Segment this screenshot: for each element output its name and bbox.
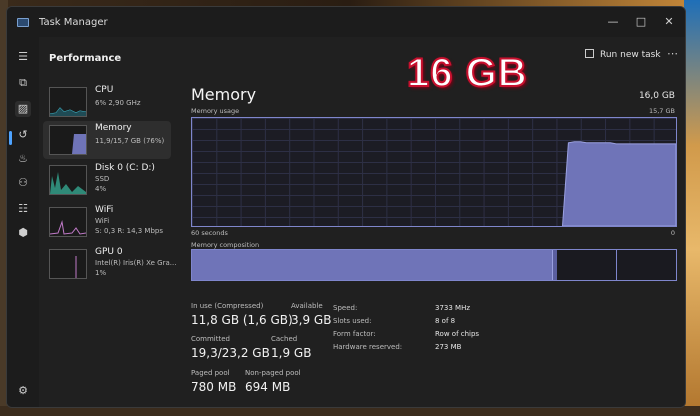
non-paged-pool-label: Non-paged pool xyxy=(245,369,301,377)
resource-detail: 11,9/15,7 GB (76%) xyxy=(95,137,165,145)
settings-gear-icon[interactable]: ⚙ xyxy=(15,383,31,399)
page-title: Performance xyxy=(49,53,122,64)
services-icon[interactable]: ⬢ xyxy=(15,225,31,241)
composition-modified xyxy=(552,250,557,280)
cpu-thumbnail-graph xyxy=(49,87,87,117)
performance-page: Performance Run new task ⋯ CPU 6% 2,90 G… xyxy=(39,37,685,407)
available-value: 3,9 GB xyxy=(291,313,332,327)
desktop-wallpaper-right xyxy=(684,0,700,416)
run-new-task-button[interactable]: Run new task xyxy=(585,49,661,60)
performance-icon[interactable]: ▨ xyxy=(15,101,31,117)
resource-name: Memory xyxy=(95,123,132,133)
maximize-button[interactable]: □ xyxy=(627,11,655,33)
resource-name: CPU xyxy=(95,85,114,95)
speed-value: 3733 MHz xyxy=(435,304,471,312)
details-icon[interactable]: ☷ xyxy=(15,201,31,217)
users-icon[interactable]: ⚇ xyxy=(15,175,31,191)
wifi-thumbnail-graph xyxy=(49,207,87,237)
memory-usage-fill xyxy=(561,141,676,226)
run-task-icon xyxy=(585,49,594,58)
paged-pool-label: Paged pool xyxy=(191,369,230,377)
in-use-label: In use (Compressed) xyxy=(191,302,264,310)
speed-label: Speed: xyxy=(333,304,358,312)
resource-detail: 1% xyxy=(95,269,107,277)
resource-name: WiFi xyxy=(95,205,114,215)
memory-usage-area xyxy=(561,141,676,226)
resource-name: Disk 0 (C: D:) xyxy=(95,163,155,173)
memory-composition-bar xyxy=(191,249,677,281)
title-bar[interactable]: Task Manager — □ ✕ xyxy=(7,7,685,37)
memory-usage-graph xyxy=(191,117,677,227)
graph-time-right: 0 xyxy=(670,229,675,237)
available-label: Available xyxy=(291,302,323,310)
cached-label: Cached xyxy=(271,335,298,343)
minimize-button[interactable]: — xyxy=(599,11,627,33)
active-nav-marker xyxy=(9,131,12,145)
non-paged-pool-value: 694 MB xyxy=(245,380,291,394)
resource-item-wifi[interactable]: WiFi WiFi S: 0,3 R: 14,3 Mbps xyxy=(43,203,171,241)
slots-used-value: 8 of 8 xyxy=(435,317,456,325)
memory-thumbnail-graph xyxy=(49,125,87,155)
hardware-reserved-label: Hardware reserved: xyxy=(333,343,403,351)
cached-value: 1,9 GB xyxy=(271,346,312,360)
close-button[interactable]: ✕ xyxy=(655,11,683,33)
hamburger-menu-icon[interactable]: ☰ xyxy=(15,49,31,65)
gpu-thumbnail-graph xyxy=(49,249,87,279)
memory-detail-panel: Memory 16,0 GB Memory usage 15,7 GB 60 s… xyxy=(191,79,677,407)
app-history-icon[interactable]: ↺ xyxy=(15,127,31,143)
in-use-value: 11,8 GB (1,6 GB) xyxy=(191,313,293,327)
overlay-annotation: 16 GB xyxy=(406,50,528,96)
task-manager-window: Task Manager — □ ✕ ☰ ⧉ ▨ ↺ ♨ ⚇ ☷ ⬢ ⚙ Per… xyxy=(6,6,686,408)
processes-icon[interactable]: ⧉ xyxy=(15,75,31,91)
run-new-task-label: Run new task xyxy=(600,50,661,60)
resource-detail: 4% xyxy=(95,185,107,193)
resource-detail: WiFi xyxy=(95,217,110,225)
window-title: Task Manager xyxy=(39,17,108,28)
hardware-reserved-value: 273 MB xyxy=(435,343,462,351)
resource-name: GPU 0 xyxy=(95,247,123,257)
resource-detail: SSD xyxy=(95,175,110,183)
memory-title: Memory xyxy=(191,85,257,104)
resource-detail: 6% 2,90 GHz xyxy=(95,99,141,107)
memory-total: 16,0 GB xyxy=(638,91,675,101)
resource-item-disk[interactable]: Disk 0 (C: D:) SSD 4% xyxy=(43,161,171,199)
graph-time-left: 60 seconds xyxy=(191,229,228,237)
task-manager-app-icon xyxy=(17,18,29,27)
committed-value: 19,3/23,2 GB xyxy=(191,346,270,360)
navigation-rail: ☰ ⧉ ▨ ↺ ♨ ⚇ ☷ ⬢ ⚙ xyxy=(7,37,39,407)
disk-thumbnail-graph xyxy=(49,165,87,195)
composition-in-use xyxy=(192,250,553,280)
more-options-icon[interactable]: ⋯ xyxy=(667,47,678,60)
paged-pool-value: 780 MB xyxy=(191,380,237,394)
form-factor-label: Form factor: xyxy=(333,330,376,338)
resource-item-cpu[interactable]: CPU 6% 2,90 GHz xyxy=(43,83,171,121)
committed-label: Committed xyxy=(191,335,230,343)
memory-composition-label: Memory composition xyxy=(191,241,260,249)
slots-used-label: Slots used: xyxy=(333,317,372,325)
startup-apps-icon[interactable]: ♨ xyxy=(15,151,31,167)
resource-detail: S: 0,3 R: 14,3 Mbps xyxy=(95,227,164,235)
resource-item-memory[interactable]: Memory 11,9/15,7 GB (76%) xyxy=(43,121,171,159)
composition-divider xyxy=(616,250,617,280)
form-factor-value: Row of chips xyxy=(435,330,480,338)
resource-detail: Intel(R) Iris(R) Xe Gra... xyxy=(95,259,177,267)
memory-usage-max: 15,7 GB xyxy=(648,107,675,115)
memory-usage-label: Memory usage xyxy=(191,107,240,115)
resource-item-gpu[interactable]: GPU 0 Intel(R) Iris(R) Xe Gra... 1% xyxy=(43,245,176,283)
